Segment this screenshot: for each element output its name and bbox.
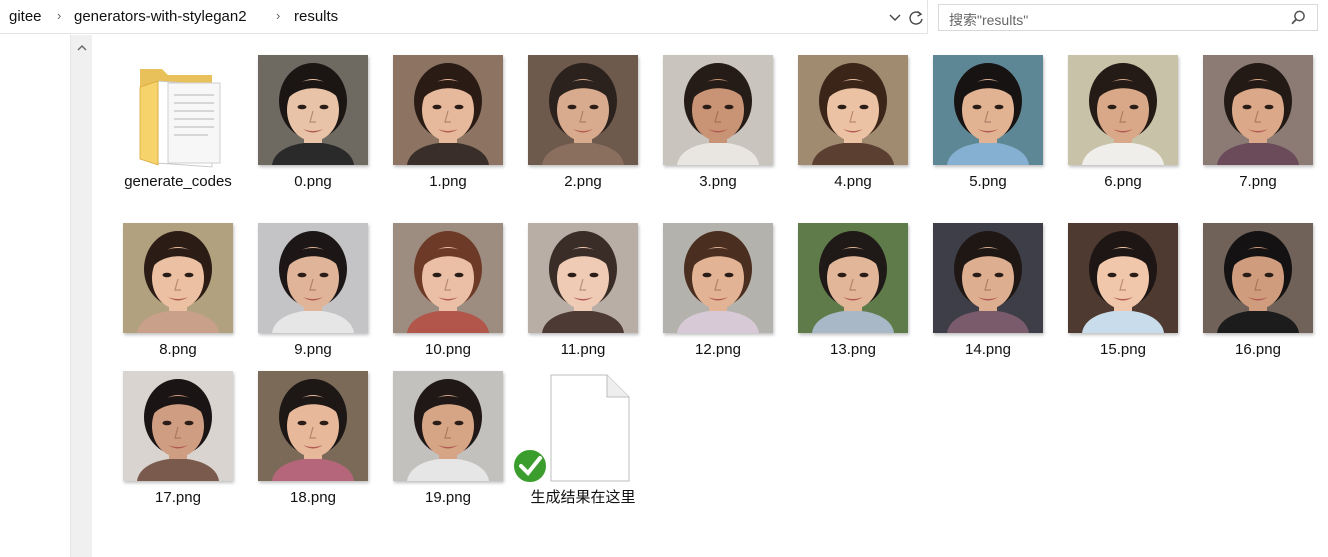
face-photo-icon — [123, 371, 233, 481]
image-thumbnail[interactable] — [528, 223, 638, 333]
image-thumbnail[interactable] — [393, 371, 503, 481]
face-photo-icon — [1068, 55, 1178, 165]
face-photo-icon — [528, 223, 638, 333]
image-thumbnail[interactable] — [393, 55, 503, 165]
file-name-label: 9.png — [294, 341, 332, 358]
image-thumbnail[interactable] — [798, 55, 908, 165]
breadcrumb-generators-with-stylegan2[interactable]: generators-with-stylegan2 — [74, 8, 247, 25]
file-name-label: 10.png — [425, 341, 471, 358]
image-thumbnail[interactable] — [123, 371, 233, 481]
image-thumbnail[interactable] — [258, 55, 368, 165]
green-checkmark-icon — [512, 448, 548, 484]
folder-icon — [139, 69, 221, 168]
face-photo-icon — [1203, 223, 1313, 333]
image-thumbnail[interactable] — [663, 55, 773, 165]
image-thumbnail[interactable] — [798, 223, 908, 333]
face-photo-icon — [258, 55, 368, 165]
image-thumbnail[interactable] — [123, 223, 233, 333]
image-thumbnail[interactable] — [528, 55, 638, 165]
chevron-down-icon[interactable] — [886, 8, 904, 26]
image-thumbnail[interactable] — [1068, 55, 1178, 165]
file-name-label: generate_codes — [124, 173, 232, 190]
file-name-label: 2.png — [564, 173, 602, 190]
refresh-icon[interactable] — [905, 7, 927, 29]
file-name-label: 13.png — [830, 341, 876, 358]
face-photo-icon — [393, 55, 503, 165]
file-name-label: 18.png — [290, 489, 336, 506]
face-photo-icon — [528, 55, 638, 165]
image-thumbnail[interactable] — [1068, 223, 1178, 333]
image-thumbnail[interactable] — [663, 223, 773, 333]
file-name-label: 8.png — [159, 341, 197, 358]
file-name-label: 生成结果在这里 — [530, 489, 636, 506]
face-photo-icon — [663, 223, 773, 333]
face-photo-icon — [393, 371, 503, 481]
file-name-label: 7.png — [1239, 173, 1277, 190]
image-thumbnail[interactable] — [1203, 55, 1313, 165]
file-name-label: 11.png — [560, 341, 606, 358]
face-photo-icon — [933, 55, 1043, 165]
face-photo-icon — [258, 371, 368, 481]
face-photo-icon — [798, 55, 908, 165]
breadcrumb-separator-icon[interactable]: › — [276, 8, 280, 23]
image-thumbnail[interactable] — [258, 371, 368, 481]
file-name-label: 14.png — [965, 341, 1011, 358]
image-thumbnail[interactable] — [933, 55, 1043, 165]
face-photo-icon — [663, 55, 773, 165]
face-photo-icon — [933, 223, 1043, 333]
breadcrumb-separator-icon[interactable]: › — [57, 8, 61, 23]
blank-document-icon — [550, 374, 630, 482]
file-name-label: 12.png — [695, 341, 741, 358]
face-photo-icon — [123, 223, 233, 333]
vertical-scrollbar[interactable] — [70, 35, 92, 557]
file-name-label: 4.png — [834, 173, 872, 190]
breadcrumb-results[interactable]: results — [294, 8, 338, 25]
file-name-label: 19.png — [425, 489, 471, 506]
image-thumbnail[interactable] — [258, 223, 368, 333]
file-name-label: 0.png — [294, 173, 332, 190]
face-photo-icon — [798, 223, 908, 333]
file-name-label: 15.png — [1100, 341, 1146, 358]
face-photo-icon — [393, 223, 503, 333]
face-photo-icon — [1068, 223, 1178, 333]
navigation-pane[interactable] — [0, 35, 70, 557]
image-thumbnail[interactable] — [1203, 223, 1313, 333]
file-name-label: 6.png — [1104, 173, 1142, 190]
breadcrumb-gitee[interactable]: gitee — [9, 8, 42, 25]
image-thumbnail[interactable] — [933, 223, 1043, 333]
face-photo-icon — [258, 223, 368, 333]
file-name-label: 5.png — [969, 173, 1007, 190]
scroll-up-icon[interactable] — [76, 43, 88, 53]
file-name-label: 17.png — [155, 489, 201, 506]
search-icon[interactable] — [1289, 9, 1307, 27]
face-photo-icon — [1203, 55, 1313, 165]
file-name-label: 16.png — [1235, 341, 1281, 358]
file-name-label: 1.png — [429, 173, 467, 190]
search-input[interactable]: 搜索"results" — [949, 10, 1028, 30]
image-thumbnail[interactable] — [393, 223, 503, 333]
address-bar[interactable]: gitee › generators-with-stylegan2 › resu… — [0, 0, 928, 34]
file-name-label: 3.png — [699, 173, 737, 190]
search-box[interactable]: 搜索"results" — [938, 4, 1318, 31]
